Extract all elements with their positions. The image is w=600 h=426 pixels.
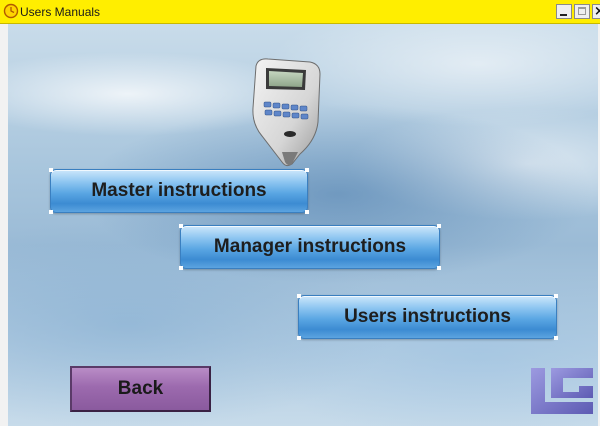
users-manuals-window: Users Manuals × Master instructions Mana… bbox=[0, 0, 600, 426]
minimize-button[interactable] bbox=[556, 4, 572, 19]
manager-instructions-button[interactable]: Manager instructions bbox=[179, 224, 441, 270]
master-instructions-label: Master instructions bbox=[91, 180, 267, 201]
master-instructions-button[interactable]: Master instructions bbox=[49, 168, 309, 214]
maximize-icon bbox=[578, 7, 586, 15]
back-label: Back bbox=[117, 378, 164, 399]
users-instructions-label: Users instructions bbox=[344, 306, 511, 327]
minimize-icon bbox=[560, 14, 567, 16]
maximize-button[interactable] bbox=[574, 4, 590, 19]
time-clock-terminal-icon bbox=[252, 58, 321, 167]
users-instructions-button[interactable]: Users instructions bbox=[297, 294, 558, 340]
window-frame-left bbox=[0, 24, 8, 426]
close-button[interactable]: × bbox=[592, 4, 600, 19]
clock-icon bbox=[3, 3, 19, 19]
manager-instructions-label: Manager instructions bbox=[213, 236, 407, 257]
title-bar[interactable]: Users Manuals × bbox=[0, 0, 600, 24]
lg-logo bbox=[531, 368, 593, 414]
window-title: Users Manuals bbox=[20, 5, 101, 19]
back-button[interactable]: Back bbox=[70, 366, 211, 412]
content-area: Master instructions Manager instructions… bbox=[8, 24, 598, 426]
close-icon: × bbox=[594, 4, 600, 19]
